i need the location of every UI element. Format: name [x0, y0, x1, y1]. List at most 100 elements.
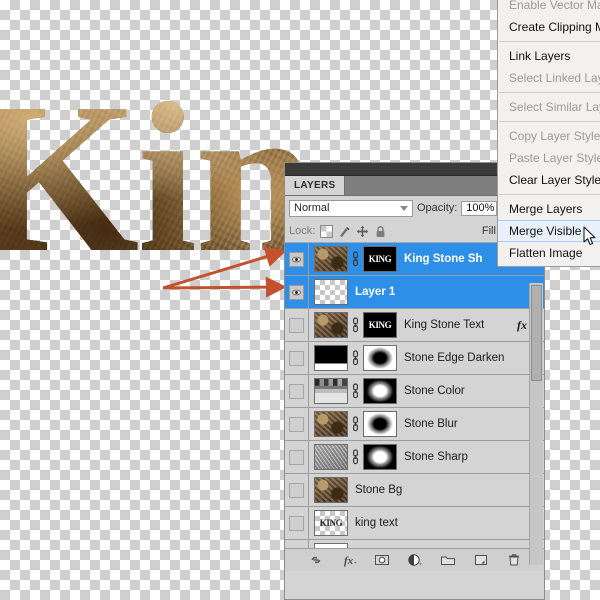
- layer-visibility-cell[interactable]: [285, 440, 309, 474]
- layer-mask-link-icon[interactable]: [351, 251, 360, 267]
- layer-thumbnail[interactable]: [314, 411, 348, 437]
- layers-panel-toolbar[interactable]: fx: [285, 548, 544, 571]
- layer-thumbnail[interactable]: [314, 312, 348, 338]
- add-layer-mask-icon[interactable]: [374, 552, 390, 568]
- lock-all-icon[interactable]: [374, 225, 387, 238]
- menu-item[interactable]: Create Clipping M: [498, 16, 600, 38]
- lock-position-icon[interactable]: [356, 225, 369, 238]
- layer-mask-link-icon[interactable]: [351, 449, 360, 465]
- layer-row[interactable]: Background: [285, 539, 544, 548]
- fx-icon[interactable]: fx: [517, 318, 527, 333]
- layer-row[interactable]: Stone Blur: [285, 407, 544, 441]
- layers-scrollbar-thumb[interactable]: [531, 285, 542, 381]
- layer-visibility-cell[interactable]: [285, 374, 309, 408]
- layer-visibility-cell[interactable]: [285, 341, 309, 375]
- new-group-icon[interactable]: [440, 552, 456, 568]
- eye-hidden-icon[interactable]: [289, 515, 304, 531]
- layer-thumbnails[interactable]: [309, 345, 397, 371]
- layer-name[interactable]: Stone Color: [404, 385, 465, 397]
- layer-thumbnail[interactable]: [314, 246, 348, 272]
- layer-row[interactable]: Stone Color: [285, 374, 544, 408]
- new-layer-icon[interactable]: [473, 552, 489, 568]
- layers-scrollbar-track[interactable]: [529, 283, 543, 565]
- new-adjustment-layer-icon[interactable]: [407, 552, 423, 568]
- layer-row[interactable]: Stone Bg: [285, 473, 544, 507]
- eye-visible-icon[interactable]: [289, 251, 304, 267]
- layer-mask-link-icon[interactable]: [351, 317, 360, 333]
- layer-row[interactable]: Stone Sharp: [285, 440, 544, 474]
- layer-list[interactable]: KING King Stone Sh Layer 1 KING King Stone T…: [285, 243, 544, 548]
- layer-name[interactable]: Stone Bg: [355, 484, 402, 496]
- layer-thumbnails[interactable]: [309, 411, 397, 437]
- layer-row[interactable]: Stone Edge Darken: [285, 341, 544, 375]
- layer-thumbnail[interactable]: [314, 444, 348, 470]
- menu-item: Select Linked Lay: [509, 71, 600, 85]
- layer-thumbnail[interactable]: [314, 477, 348, 503]
- layer-name[interactable]: King Stone Text: [404, 319, 484, 331]
- lock-transparent-pixels-icon[interactable]: [320, 224, 334, 238]
- blend-mode-select[interactable]: Normal: [289, 199, 413, 217]
- layer-thumbnails[interactable]: KING: [309, 312, 397, 338]
- layer-thumbnails[interactable]: KING: [309, 510, 348, 536]
- menu-item[interactable]: Link Layers: [498, 45, 600, 67]
- layer-thumbnail[interactable]: [314, 543, 348, 548]
- layer-row[interactable]: KING King Stone Text fx: [285, 308, 544, 342]
- layer-thumbnail[interactable]: [314, 279, 348, 305]
- layer-mask-thumbnail[interactable]: [363, 444, 397, 470]
- king-glyph: KING: [319, 518, 343, 528]
- layer-mask-link-icon[interactable]: [351, 416, 360, 432]
- layer-name[interactable]: Stone Edge Darken: [404, 352, 504, 364]
- blend-mode-value: Normal: [294, 202, 330, 214]
- eye-hidden-icon[interactable]: [289, 416, 304, 432]
- layer-row[interactable]: Layer 1: [285, 275, 544, 309]
- lock-image-pixels-icon[interactable]: [338, 225, 351, 238]
- layer-name[interactable]: Layer 1: [355, 286, 395, 298]
- delete-layer-icon[interactable]: [506, 552, 522, 568]
- add-layer-style-icon[interactable]: fx: [341, 552, 357, 568]
- layer-thumbnail[interactable]: KING: [314, 510, 348, 536]
- layer-thumbnails[interactable]: [309, 444, 397, 470]
- layer-thumbnails[interactable]: [309, 477, 348, 503]
- layer-thumbnails[interactable]: [309, 378, 397, 404]
- layer-visibility-cell[interactable]: [285, 473, 309, 507]
- layer-visibility-cell[interactable]: [285, 407, 309, 441]
- layer-row[interactable]: KING king text: [285, 506, 544, 540]
- stone-text-artwork: Kin: [0, 70, 315, 290]
- menu-separator: [499, 92, 600, 93]
- king-glyph: KING: [368, 254, 392, 264]
- layer-name[interactable]: King Stone Sh: [404, 253, 483, 265]
- opacity-input[interactable]: 100%: [461, 200, 498, 216]
- layer-mask-link-icon[interactable]: [351, 383, 360, 399]
- chevron-down-icon[interactable]: [400, 205, 408, 211]
- layer-visibility-cell[interactable]: [285, 243, 309, 276]
- tab-layers[interactable]: LAYERS: [285, 176, 346, 195]
- layer-thumbnails[interactable]: [309, 543, 348, 548]
- layer-thumbnails[interactable]: KING: [309, 246, 397, 272]
- menu-separator: [499, 41, 600, 42]
- link-layers-icon[interactable]: [308, 552, 324, 568]
- layer-mask-thumbnail[interactable]: [363, 378, 397, 404]
- layer-visibility-cell[interactable]: [285, 506, 309, 540]
- layer-mask-thumbnail[interactable]: KING: [363, 312, 397, 338]
- layer-name[interactable]: king text: [355, 517, 398, 529]
- layer-thumbnail[interactable]: [314, 345, 348, 371]
- layer-mask-thumbnail[interactable]: KING: [363, 246, 397, 272]
- layer-thumbnail[interactable]: [314, 378, 348, 404]
- eye-hidden-icon[interactable]: [289, 350, 304, 366]
- layer-mask-thumbnail[interactable]: [363, 345, 397, 371]
- layer-visibility-cell[interactable]: [285, 308, 309, 342]
- layer-thumbnails[interactable]: [309, 279, 348, 305]
- eye-hidden-icon[interactable]: [289, 383, 304, 399]
- menu-item[interactable]: Merge Layers: [498, 198, 600, 220]
- eye-hidden-icon[interactable]: [289, 482, 304, 498]
- layer-mask-thumbnail[interactable]: [363, 411, 397, 437]
- eye-hidden-icon[interactable]: [289, 317, 304, 333]
- menu-item[interactable]: Clear Layer Style: [498, 169, 600, 191]
- eye-visible-icon[interactable]: [289, 284, 304, 300]
- layer-name[interactable]: Stone Blur: [404, 418, 458, 430]
- layer-visibility-cell[interactable]: [285, 275, 309, 309]
- layer-mask-link-icon[interactable]: [351, 350, 360, 366]
- layer-name[interactable]: Stone Sharp: [404, 451, 468, 463]
- eye-hidden-icon[interactable]: [289, 449, 304, 465]
- layer-visibility-cell[interactable]: [285, 539, 309, 548]
